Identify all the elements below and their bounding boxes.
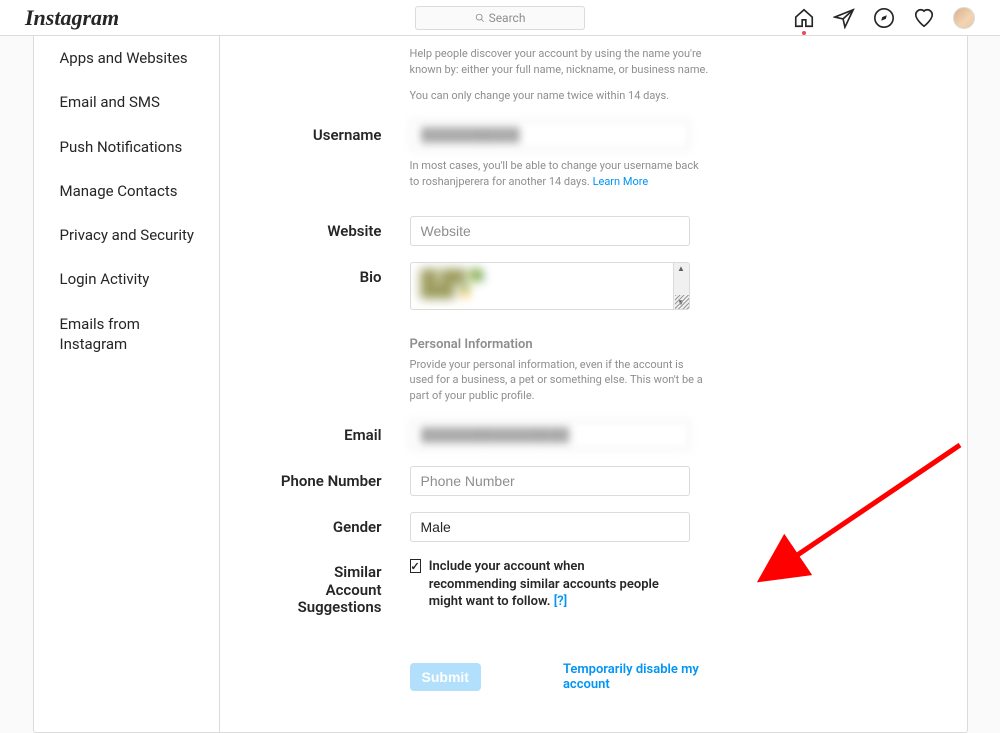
instagram-logo[interactable]: Instagram bbox=[25, 7, 119, 29]
sidebar-item-apps-websites[interactable]: Apps and Websites bbox=[34, 36, 219, 80]
resize-grip[interactable] bbox=[675, 295, 689, 309]
gender-input[interactable] bbox=[410, 512, 690, 542]
similar-accounts-help-link[interactable]: [?] bbox=[554, 594, 568, 609]
website-label: Website bbox=[280, 216, 410, 240]
sidebar-item-email-sms[interactable]: Email and SMS bbox=[34, 80, 219, 124]
sidebar-item-login-activity[interactable]: Login Activity bbox=[34, 257, 219, 301]
settings-container: Apps and Websites Email and SMS Push Not… bbox=[33, 36, 968, 733]
notification-dot bbox=[802, 31, 806, 35]
similar-accounts-checkbox[interactable]: ✓ bbox=[410, 559, 421, 573]
username-input[interactable] bbox=[410, 120, 690, 150]
name-help-text-1: Help people discover your account by usi… bbox=[410, 46, 710, 78]
username-learn-more-link[interactable]: Learn More bbox=[593, 175, 649, 188]
phone-label: Phone Number bbox=[280, 466, 410, 490]
explore-icon[interactable] bbox=[873, 7, 895, 29]
bio-label: Bio bbox=[280, 262, 410, 286]
home-icon[interactable] bbox=[793, 7, 815, 29]
email-label: Email bbox=[280, 420, 410, 444]
settings-main: Help people discover your account by usi… bbox=[220, 36, 967, 732]
gender-label: Gender bbox=[280, 512, 410, 536]
profile-avatar[interactable] bbox=[953, 7, 975, 29]
email-input[interactable] bbox=[410, 420, 690, 450]
top-bar: Instagram Search bbox=[0, 0, 1000, 36]
sidebar-item-manage-contacts[interactable]: Manage Contacts bbox=[34, 169, 219, 213]
disable-account-link[interactable]: Temporarily disable my account bbox=[563, 662, 745, 692]
nav-icons bbox=[793, 7, 975, 29]
sidebar-item-privacy-security[interactable]: Privacy and Security bbox=[34, 213, 219, 257]
personal-info-heading: Personal Information bbox=[410, 336, 710, 355]
submit-button[interactable]: Submit bbox=[410, 663, 481, 691]
sidebar-item-emails-instagram[interactable]: Emails from Instagram bbox=[34, 302, 219, 367]
scroll-up-arrow[interactable]: ▲ bbox=[677, 263, 685, 275]
activity-icon[interactable] bbox=[913, 7, 935, 29]
search-icon bbox=[475, 13, 485, 23]
username-help: In most cases, you'll be able to change … bbox=[410, 159, 699, 188]
bio-textarea[interactable]: ██ ███ 🥦████ 🍍 ▲ ▼ bbox=[410, 262, 690, 310]
phone-input[interactable] bbox=[410, 466, 690, 496]
search-placeholder: Search bbox=[489, 11, 526, 25]
similar-account-label-2: Suggestions bbox=[298, 598, 382, 616]
name-help-text-2: You can only change your name twice with… bbox=[410, 88, 710, 104]
username-label: Username bbox=[280, 120, 410, 144]
settings-sidebar: Apps and Websites Email and SMS Push Not… bbox=[34, 36, 220, 732]
similar-accounts-text: Include your account when recommending s… bbox=[429, 559, 659, 609]
search-input[interactable]: Search bbox=[415, 6, 585, 30]
personal-info-text: Provide your personal information, even … bbox=[410, 357, 710, 405]
similar-account-label-1: Similar Account bbox=[326, 563, 382, 598]
website-input[interactable] bbox=[410, 216, 690, 246]
messages-icon[interactable] bbox=[833, 7, 855, 29]
sidebar-item-push-notifications[interactable]: Push Notifications bbox=[34, 125, 219, 169]
